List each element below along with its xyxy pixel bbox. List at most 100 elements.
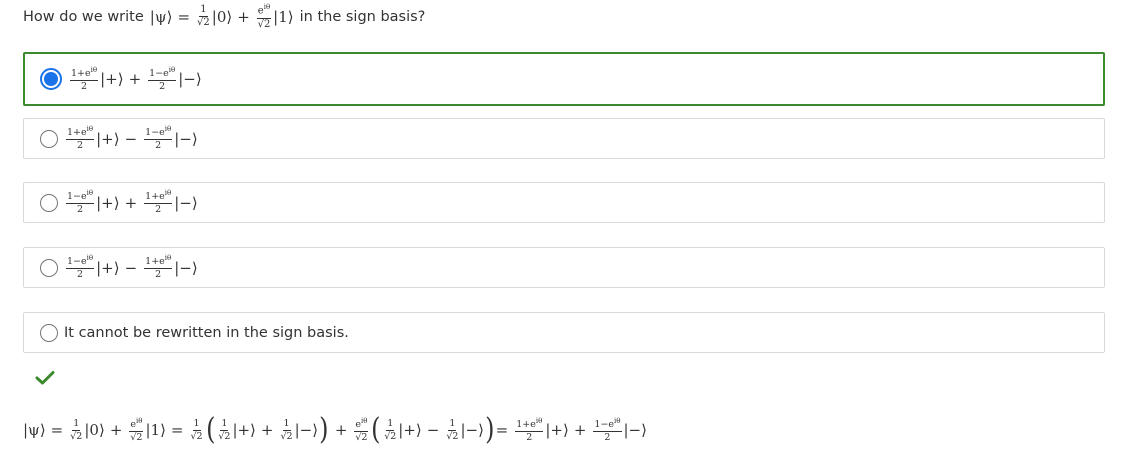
frac-numerator: 1 — [448, 418, 457, 431]
coef-denominator: 2 — [77, 204, 84, 216]
ket-minus: |−⟩ — [174, 193, 198, 212]
coef-minus: 1−eiθ 2 — [593, 416, 622, 443]
equals-sign: = — [50, 421, 64, 439]
plus-sign: + — [334, 421, 348, 439]
fraction-phase-over-sqrt2: eiθ √2 — [129, 416, 144, 443]
option-2-formula: 1+eiθ 2 |+⟩ − 1−eiθ 2 |−⟩ — [64, 126, 198, 150]
coef-minus: 1−eiθ 2 — [144, 126, 173, 152]
option-2[interactable]: 1+eiθ 2 |+⟩ − 1−eiθ 2 |−⟩ — [23, 118, 1105, 159]
frac-denominator: √2 — [384, 430, 397, 442]
coef-exponent: iθ — [164, 254, 172, 263]
coef-plus: 1+eiθ 2 — [70, 66, 99, 91]
ket-plus: |+⟩ — [96, 129, 120, 148]
ket-zero: |0⟩ — [211, 7, 233, 26]
coef-plus: 1+eiθ 2 — [515, 416, 544, 443]
question-state-formula: |ψ⟩ = 1 √2 |0⟩ + eiθ √2 |1⟩ — [150, 4, 294, 29]
operator: − — [124, 129, 138, 148]
option-3[interactable]: 1−eiθ 2 |+⟩ + 1+eiθ 2 |−⟩ — [23, 182, 1105, 223]
right-paren: ) — [485, 412, 495, 447]
check-icon — [35, 371, 55, 385]
frac-numerator: 1 — [72, 418, 81, 431]
coef-exponent: iθ — [86, 125, 94, 134]
question-prefix: How do we write — [23, 9, 144, 25]
coef-numerator: 1−e — [149, 68, 169, 80]
coef-numerator: 1−e — [145, 127, 165, 139]
ket-minus: |−⟩ — [623, 421, 647, 439]
coef-exponent: iθ — [614, 416, 621, 425]
frac-numerator: 1 — [192, 418, 201, 431]
fraction-one-over-sqrt2: 1 √2 — [218, 419, 230, 441]
plus-sign: + — [573, 421, 587, 439]
coef-exponent: iθ — [535, 416, 543, 425]
ket-psi: |ψ⟩ — [149, 7, 173, 26]
right-paren: ) — [319, 412, 329, 447]
frac-denominator: √2 — [218, 430, 231, 442]
frac-numerator: 1 — [386, 418, 395, 431]
ket-plus: |+⟩ — [100, 70, 124, 88]
frac-denominator: √2 — [257, 18, 271, 30]
coef-denominator: 2 — [77, 269, 84, 281]
coef-minus: 1+eiθ 2 — [144, 254, 173, 281]
frac-exponent: iθ — [136, 416, 143, 425]
coef-numerator: 1−e — [67, 191, 87, 203]
plus-sign: + — [109, 421, 123, 439]
ket-plus: |+⟩ — [398, 421, 422, 439]
option-4[interactable]: 1−eiθ 2 |+⟩ − 1+eiθ 2 |−⟩ — [23, 247, 1105, 288]
option-1-formula: 1+eiθ 2 |+⟩ + 1−eiθ 2 |−⟩ — [68, 65, 202, 92]
coef-denominator: 2 — [159, 80, 166, 92]
coef-denominator: 2 — [526, 431, 533, 443]
coef-exponent: iθ — [164, 189, 172, 198]
ket-minus: |−⟩ — [460, 421, 484, 439]
minus-sign: − — [426, 421, 440, 439]
radio-selected-icon[interactable] — [40, 68, 62, 90]
radio-unselected-icon[interactable] — [40, 193, 58, 212]
frac-numerator: 1 — [220, 418, 229, 431]
explanation-formula: |ψ⟩ = 1 √2 |0⟩ + eiθ √2 |1⟩ = 1 √2 ( 1 √2 |+… — [23, 410, 647, 450]
radio-unselected-icon[interactable] — [40, 258, 58, 277]
frac-denominator: √2 — [130, 431, 143, 443]
coef-exponent: iθ — [168, 65, 176, 74]
equals-sign: = — [177, 7, 191, 26]
coef-plus: 1−eiθ 2 — [66, 189, 95, 216]
coef-numerator: 1+e — [516, 419, 536, 431]
frac-denominator: √2 — [197, 17, 210, 29]
coef-denominator: 2 — [155, 269, 162, 281]
option-5-label: It cannot be rewritten in the sign basis… — [64, 324, 349, 341]
fraction-one-over-sqrt2: 1 √2 — [70, 419, 82, 441]
coef-plus: 1−eiθ 2 — [66, 254, 95, 281]
ket-one: |1⟩ — [145, 421, 166, 439]
operator: − — [124, 258, 138, 277]
coef-exponent: iθ — [86, 254, 94, 263]
radio-unselected-icon[interactable] — [40, 129, 58, 148]
equals-sign: = — [495, 421, 509, 439]
fraction-phase-over-sqrt2: eiθ √2 — [354, 416, 369, 443]
frac-denominator: √2 — [355, 431, 368, 443]
option-3-formula: 1−eiθ 2 |+⟩ + 1+eiθ 2 |−⟩ — [64, 190, 198, 214]
frac-denominator: √2 — [70, 430, 83, 442]
ket-minus: |−⟩ — [294, 421, 319, 439]
frac-denominator: √2 — [446, 430, 459, 442]
frac-exponent: iθ — [263, 3, 271, 12]
coef-exponent: iθ — [86, 189, 94, 198]
fraction-one-over-sqrt2: 1 √2 — [191, 419, 203, 441]
frac-numerator: 1 — [199, 4, 208, 18]
question-text: How do we write |ψ⟩ = 1 √2 |0⟩ + eiθ √2 … — [23, 2, 425, 32]
left-paren: ( — [205, 412, 216, 447]
coef-numerator: 1−e — [67, 256, 87, 268]
option-5[interactable]: It cannot be rewritten in the sign basis… — [23, 312, 1105, 353]
coef-denominator: 2 — [155, 140, 162, 152]
frac-numerator: 1 — [282, 418, 291, 431]
coef-numerator: 1−e — [594, 419, 615, 431]
option-1[interactable]: 1+eiθ 2 |+⟩ + 1−eiθ 2 |−⟩ — [23, 52, 1105, 106]
ket-minus: |−⟩ — [178, 70, 202, 88]
operator: + — [128, 70, 142, 88]
coef-denominator: 2 — [604, 431, 611, 443]
coef-denominator: 2 — [77, 140, 84, 152]
coef-denominator: 2 — [155, 204, 162, 216]
radio-unselected-icon[interactable] — [40, 323, 58, 342]
ket-plus: |+⟩ — [545, 421, 569, 439]
frac-exponent: iθ — [361, 416, 368, 425]
question-suffix: in the sign basis? — [299, 9, 426, 25]
operator: + — [124, 193, 138, 212]
coef-minus: 1+eiθ 2 — [144, 189, 173, 216]
